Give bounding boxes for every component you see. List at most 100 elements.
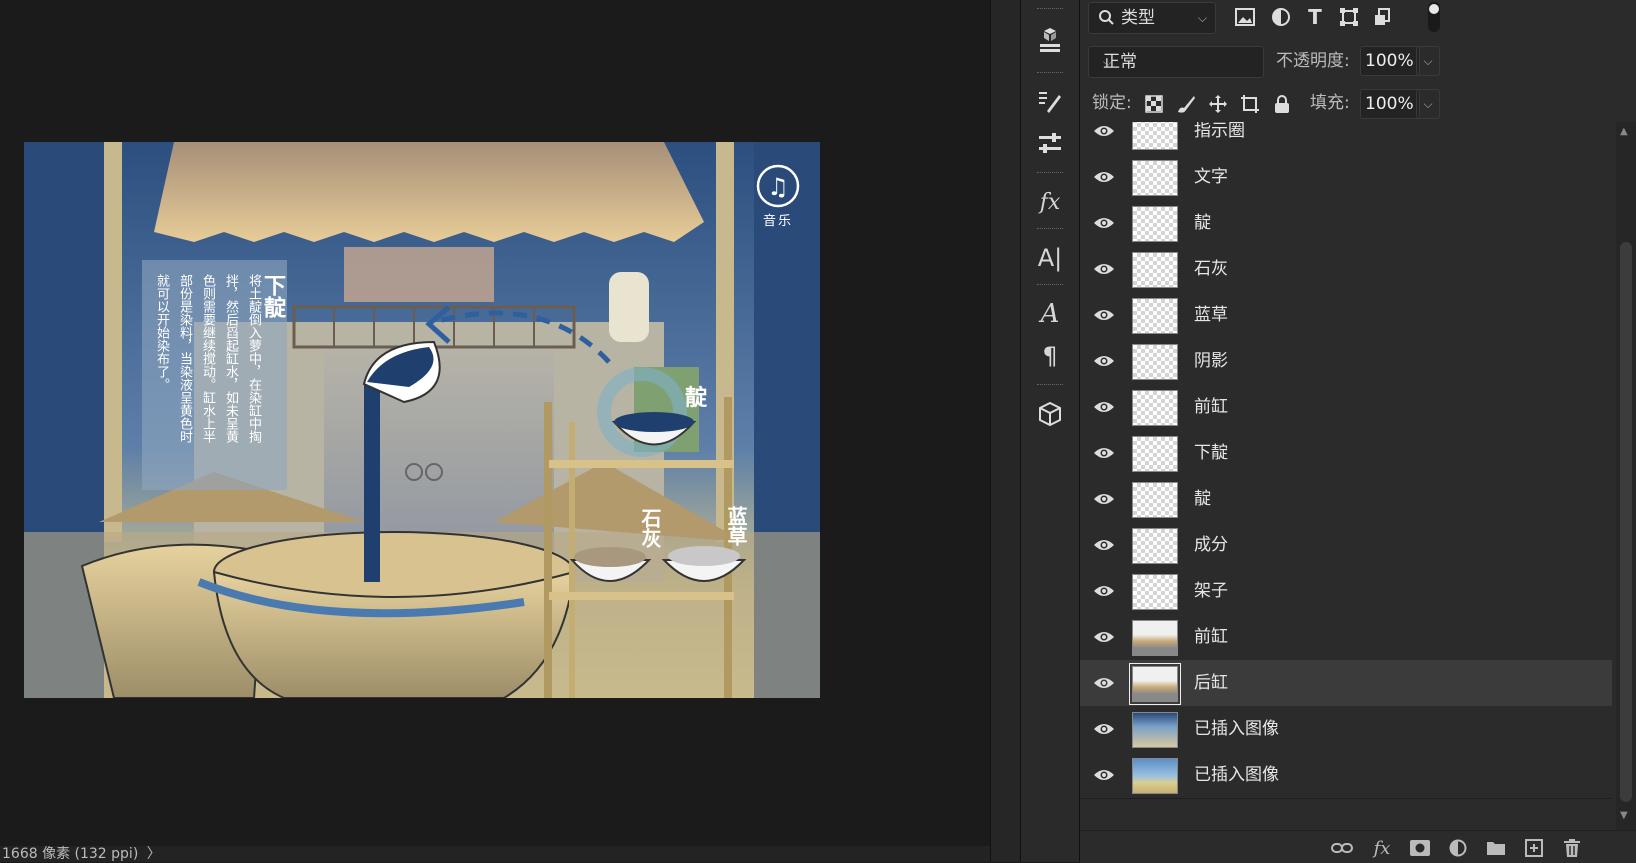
layer-thumbnail[interactable] [1132, 758, 1178, 794]
3d-cube-icon[interactable] [1021, 392, 1079, 436]
layer-name[interactable]: 石灰 [1194, 246, 1228, 292]
fx-add-style-icon[interactable]: fx [1370, 837, 1394, 859]
layer-name[interactable]: 前缸 [1194, 384, 1228, 430]
lock-artboard-crop-icon[interactable] [1238, 92, 1262, 116]
layer-thumbnail[interactable] [1132, 298, 1178, 334]
lock-position-move-icon[interactable] [1206, 92, 1230, 116]
adjustments-sliders-icon[interactable] [1021, 122, 1079, 166]
layer-name[interactable]: 指示圈 [1194, 122, 1245, 154]
grip-handle[interactable] [1037, 172, 1063, 176]
eye-visibility-icon[interactable] [1092, 258, 1116, 280]
paragraph-icon[interactable]: ¶ [1021, 334, 1079, 378]
link-layers-icon[interactable] [1330, 837, 1354, 859]
layer-row-selected[interactable]: 后缸 [1080, 660, 1612, 707]
grip-handle[interactable] [1037, 284, 1063, 288]
layer-name[interactable]: 已插入图像 [1194, 706, 1279, 752]
layer-name[interactable]: 靛 [1194, 476, 1211, 522]
fill-input[interactable]: 100% [1360, 89, 1420, 119]
layer-row[interactable]: 靛 [1080, 200, 1612, 247]
character-panel-icon[interactable]: A| [1021, 236, 1079, 280]
layer-row[interactable]: 成分 [1080, 522, 1612, 569]
layer-thumbnail[interactable] [1132, 390, 1178, 426]
layer-row[interactable]: 阴影 [1080, 338, 1612, 385]
layer-row[interactable]: 架子 [1080, 568, 1612, 615]
fill-dropdown-button[interactable]: ⌵ [1416, 89, 1440, 119]
scroll-down-arrow-icon[interactable]: ▼ [1620, 810, 1628, 821]
lock-all-padlock-icon[interactable] [1270, 92, 1294, 116]
lock-image-pixels-brush-icon[interactable] [1174, 92, 1198, 116]
layer-thumbnail[interactable] [1132, 122, 1178, 150]
eye-visibility-icon[interactable] [1092, 488, 1116, 510]
layer-thumbnail[interactable] [1132, 252, 1178, 288]
layer-thumbnail[interactable] [1132, 712, 1178, 748]
filter-pixel-layers-icon[interactable] [1232, 4, 1258, 30]
fx-styles-icon[interactable]: fx [1021, 180, 1079, 224]
artwork-canvas[interactable]: ♫ 音乐 下靛 将土靛倒入萝中，在染缸中掏 拌，然后舀起缸水，如未呈黄 色则需要… [24, 142, 820, 698]
new-group-folder-icon[interactable] [1484, 837, 1508, 859]
opacity-dropdown-button[interactable]: ⌵ [1416, 46, 1440, 76]
eye-visibility-icon[interactable] [1092, 626, 1116, 648]
eye-visibility-icon[interactable] [1092, 672, 1116, 694]
eye-visibility-icon[interactable] [1092, 534, 1116, 556]
layer-row[interactable]: 靛 [1080, 476, 1612, 523]
eye-visibility-icon[interactable] [1092, 396, 1116, 418]
filter-kind-dropdown[interactable]: 类型 ⌵ [1088, 2, 1216, 34]
eye-visibility-icon[interactable] [1092, 764, 1116, 786]
layer-name[interactable]: 后缸 [1194, 660, 1228, 706]
eye-visibility-icon[interactable] [1092, 212, 1116, 234]
layer-name[interactable]: 前缸 [1194, 614, 1228, 660]
layer-thumbnail[interactable] [1132, 160, 1178, 196]
layer-row[interactable]: 前缸 [1080, 614, 1612, 661]
new-layer-icon[interactable] [1522, 837, 1546, 859]
eye-visibility-icon[interactable] [1092, 166, 1116, 188]
layer-thumbnail[interactable] [1132, 436, 1178, 472]
filter-shape-layers-icon[interactable] [1336, 4, 1362, 30]
layer-name[interactable]: 蓝草 [1194, 292, 1228, 338]
brush-settings-icon[interactable] [1021, 80, 1079, 124]
new-adjustment-layer-icon[interactable] [1446, 837, 1470, 859]
scrollbar-thumb[interactable] [1620, 242, 1632, 802]
layer-thumbnail[interactable] [1132, 482, 1178, 518]
layer-row[interactable]: 下靛 [1080, 430, 1612, 477]
document-canvas-area[interactable]: ♫ 音乐 下靛 将土靛倒入萝中，在染缸中掏 拌，然后舀起缸水，如未呈黄 色则需要… [0, 0, 992, 862]
filter-toggle-switch[interactable] [1428, 2, 1440, 32]
layer-name[interactable]: 下靛 [1194, 430, 1228, 476]
grip-handle[interactable] [1037, 72, 1063, 76]
glyphs-icon[interactable]: A [1021, 292, 1079, 336]
layer-name[interactable]: 已插入图像 [1194, 752, 1279, 798]
layer-name[interactable]: 文字 [1194, 154, 1228, 200]
eye-visibility-icon[interactable] [1092, 122, 1116, 142]
layer-name[interactable]: 成分 [1194, 522, 1228, 568]
eye-visibility-icon[interactable] [1092, 580, 1116, 602]
layer-thumbnail[interactable] [1132, 528, 1178, 564]
layer-name[interactable]: 阴影 [1194, 338, 1228, 384]
grip-handle[interactable] [1037, 228, 1063, 232]
eye-visibility-icon[interactable] [1092, 718, 1116, 740]
layer-thumbnail[interactable] [1132, 206, 1178, 242]
status-bar-arrow[interactable]: 〉 [147, 846, 161, 862]
layer-name[interactable]: 架子 [1194, 568, 1228, 614]
layer-row[interactable]: 石灰 [1080, 246, 1612, 293]
trash-delete-layer-icon[interactable] [1560, 837, 1584, 859]
scroll-up-arrow-icon[interactable]: ▲ [1620, 126, 1628, 137]
filter-smart-object-icon[interactable] [1370, 4, 1396, 30]
filter-adjustment-layers-icon[interactable] [1268, 4, 1294, 30]
layers-scrollbar[interactable]: ▲ ▼ [1616, 122, 1636, 830]
eye-visibility-icon[interactable] [1092, 350, 1116, 372]
layer-thumbnail[interactable] [1132, 620, 1178, 656]
layer-name[interactable]: 靛 [1194, 200, 1211, 246]
layer-row[interactable]: 文字 [1080, 154, 1612, 201]
grip-handle[interactable] [1037, 8, 1063, 12]
eye-visibility-icon[interactable] [1092, 304, 1116, 326]
layer-thumbnail[interactable] [1132, 574, 1178, 610]
eye-visibility-icon[interactable] [1092, 442, 1116, 464]
grip-handle[interactable] [1037, 384, 1063, 388]
libraries-icon[interactable] [1021, 18, 1079, 62]
layer-row[interactable]: 已插入图像 [1080, 752, 1612, 799]
layer-row[interactable]: 已插入图像 [1080, 706, 1612, 753]
layer-row[interactable]: 指示圈 [1080, 122, 1612, 155]
layer-thumbnail[interactable] [1132, 344, 1178, 380]
layer-row[interactable]: 蓝草 [1080, 292, 1612, 339]
opacity-input[interactable]: 100% [1360, 46, 1420, 76]
lock-transparent-pixels-icon[interactable] [1142, 92, 1166, 116]
